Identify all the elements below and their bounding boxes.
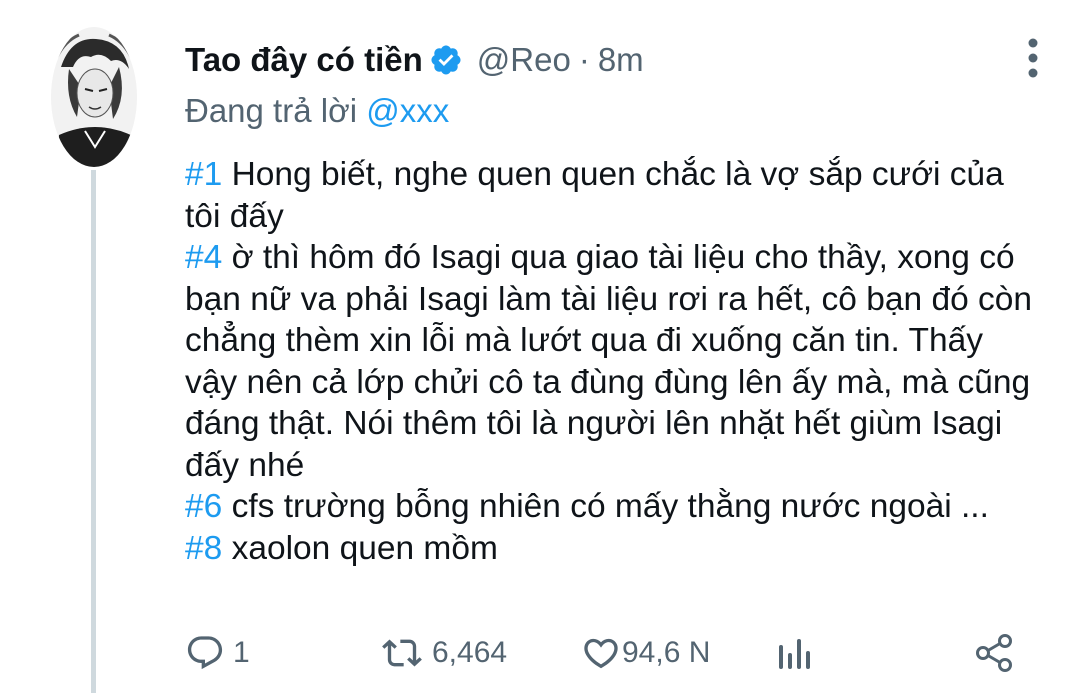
paragraph-text: cfs trường bỗng nhiên có mấy thằng nước …	[231, 488, 989, 525]
tweet-text: #1 Hong biết, nghe quen quen chắc là vợ …	[185, 154, 1040, 569]
timestamp[interactable]: 8m	[598, 41, 644, 79]
retweet-button[interactable]: 6,464	[380, 628, 507, 678]
reply-prefix: Đang trả lời	[185, 92, 358, 129]
retweet-icon	[380, 633, 424, 673]
replying-to: Đang trả lời @xxx	[185, 88, 1040, 134]
reply-button[interactable]: 1	[185, 628, 250, 678]
tweet-paragraph: #6 cfs trường bỗng nhiên có mấy thằng nư…	[185, 486, 1040, 528]
tweet-paragraph: #4 ờ thì hôm đó Isagi qua giao tài liệu …	[185, 237, 1040, 486]
like-button[interactable]: 94,6 N	[580, 628, 710, 678]
tweet-paragraph: #1 Hong biết, nghe quen quen chắc là vợ …	[185, 154, 1040, 237]
tweet-paragraph: #8 xaolon quen mồm	[185, 528, 1040, 570]
user-handle[interactable]: @Reo	[477, 41, 571, 79]
verified-badge-icon	[429, 43, 463, 77]
hashtag-link[interactable]: #6	[185, 488, 222, 525]
reply-mention-link[interactable]: @xxx	[366, 92, 449, 129]
display-name[interactable]: Tao đây có tiền	[185, 41, 423, 79]
heart-icon	[580, 633, 622, 673]
tweet-body: Tao đây có tiền @Reo · 8m Đang trả lời @…	[185, 32, 1040, 569]
tweet-actions: 1 6,464 94,6 N	[185, 628, 1025, 678]
analytics-icon	[777, 633, 811, 673]
hashtag-link[interactable]: #8	[185, 530, 222, 567]
paragraph-text: xaolon quen mồm	[231, 529, 498, 567]
reply-count: 1	[233, 636, 250, 669]
paragraph-text: ờ thì hôm đó Isagi qua giao tài liệu cho…	[185, 239, 1033, 484]
thread-line	[91, 170, 96, 693]
like-count: 94,6 N	[622, 636, 711, 669]
tweet-header: Tao đây có tiền @Reo · 8m	[185, 32, 1040, 88]
hashtag-link[interactable]: #4	[185, 239, 222, 276]
avatar[interactable]	[51, 27, 137, 167]
share-icon	[975, 633, 1015, 673]
paragraph-text: Hong biết, nghe quen quen chắc là vợ sắp…	[185, 156, 1004, 235]
hashtag-link[interactable]: #1	[185, 156, 222, 193]
reply-icon	[185, 633, 225, 673]
separator-dot: ·	[578, 41, 590, 78]
analytics-button[interactable]	[777, 628, 811, 678]
retweet-count: 6,464	[432, 636, 508, 669]
share-button[interactable]	[975, 628, 1015, 678]
more-vertical-icon[interactable]	[1026, 38, 1040, 78]
